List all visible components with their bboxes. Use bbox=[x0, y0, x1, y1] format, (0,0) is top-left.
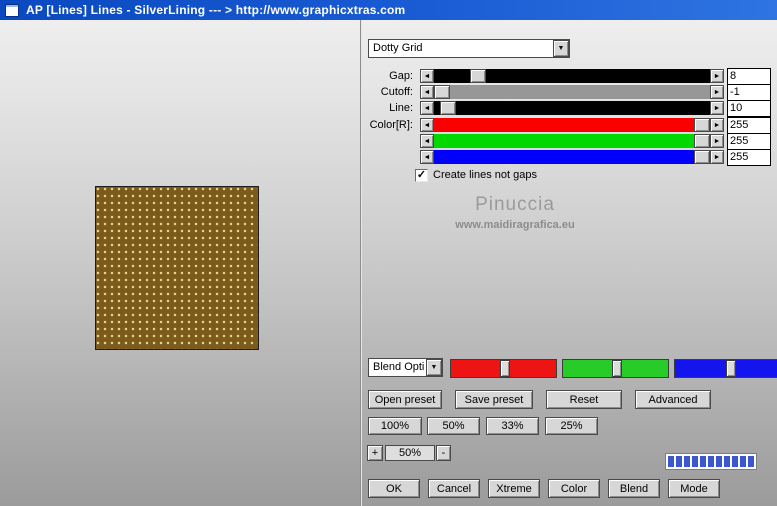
chevron-down-icon[interactable] bbox=[553, 40, 569, 57]
zoom-minus-button[interactable]: - bbox=[436, 445, 451, 461]
arrow-right-icon[interactable] bbox=[710, 118, 724, 132]
titlebar[interactable]: AP [Lines] Lines - SilverLining --- > ht… bbox=[0, 0, 777, 20]
color-b-slider-thumb[interactable] bbox=[694, 150, 710, 164]
arrow-left-icon[interactable] bbox=[420, 134, 434, 148]
arrow-left-icon[interactable] bbox=[420, 85, 434, 99]
line-slider[interactable] bbox=[420, 101, 724, 115]
watermark-name: Pinuccia bbox=[475, 194, 555, 215]
line-value[interactable]: 10 bbox=[727, 100, 771, 117]
color-g-slider-track[interactable] bbox=[434, 134, 710, 148]
color-r-value[interactable]: 255 bbox=[727, 117, 771, 134]
zoom-50-button[interactable]: 50% bbox=[427, 417, 480, 435]
save-preset-button[interactable]: Save preset bbox=[455, 390, 533, 409]
gap-value[interactable]: 8 bbox=[727, 68, 771, 85]
blend-button[interactable]: Blend bbox=[608, 479, 660, 498]
gap-slider-track[interactable] bbox=[434, 69, 710, 83]
arrow-right-icon[interactable] bbox=[710, 134, 724, 148]
cutoff-slider[interactable] bbox=[420, 85, 724, 99]
advanced-button[interactable]: Advanced bbox=[635, 390, 711, 409]
color-r-slider-thumb[interactable] bbox=[694, 118, 710, 132]
blend-blue-thumb[interactable] bbox=[725, 360, 736, 377]
progress-bar bbox=[665, 453, 757, 470]
arrow-right-icon[interactable] bbox=[710, 101, 724, 115]
blend-red-slider[interactable] bbox=[450, 359, 557, 378]
gap-label: Gap: bbox=[389, 70, 413, 82]
color-g-slider-thumb[interactable] bbox=[694, 134, 710, 148]
zoom-25-button[interactable]: 25% bbox=[545, 417, 598, 435]
ok-button[interactable]: OK bbox=[368, 479, 420, 498]
blend-options-value: Blend Opti bbox=[373, 361, 425, 373]
xtreme-button[interactable]: Xtreme bbox=[488, 479, 540, 498]
color-r-label: Color[R]: bbox=[369, 119, 413, 131]
arrow-right-icon[interactable] bbox=[710, 69, 724, 83]
color-g-label bbox=[358, 134, 416, 149]
chevron-down-icon[interactable] bbox=[426, 359, 442, 376]
cutoff-value[interactable]: -1 bbox=[727, 84, 771, 101]
create-lines-checkbox-label: Create lines not gaps bbox=[433, 169, 537, 181]
color-b-value[interactable]: 255 bbox=[727, 149, 771, 166]
pattern-select-value: Dotty Grid bbox=[373, 42, 423, 54]
blend-blue-slider[interactable] bbox=[674, 359, 777, 378]
cutoff-slider-thumb[interactable] bbox=[434, 85, 450, 99]
color-b-slider-track[interactable] bbox=[434, 150, 710, 164]
arrow-right-icon[interactable] bbox=[710, 85, 724, 99]
blend-red-thumb[interactable] bbox=[500, 360, 511, 377]
color-b-label bbox=[358, 150, 416, 165]
line-slider-thumb[interactable] bbox=[439, 101, 456, 115]
color-g-slider[interactable] bbox=[420, 134, 724, 148]
color-r-slider[interactable] bbox=[420, 118, 724, 132]
color-b-slider[interactable] bbox=[420, 150, 724, 164]
zoom-33-button[interactable]: 33% bbox=[486, 417, 539, 435]
pattern-preview[interactable] bbox=[95, 186, 259, 350]
window-title: AP [Lines] Lines - SilverLining --- > ht… bbox=[26, 3, 406, 17]
zoom-plus-button[interactable]: + bbox=[367, 445, 383, 461]
mode-button[interactable]: Mode bbox=[668, 479, 720, 498]
color-g-value[interactable]: 255 bbox=[727, 133, 771, 150]
blend-green-slider[interactable] bbox=[562, 359, 669, 378]
zoom-level-value: 50% bbox=[385, 445, 435, 461]
gap-slider-thumb[interactable] bbox=[469, 69, 486, 83]
arrow-left-icon[interactable] bbox=[420, 101, 434, 115]
line-slider-track[interactable] bbox=[434, 101, 710, 115]
color-r-slider-track[interactable] bbox=[434, 118, 710, 132]
color-button[interactable]: Color bbox=[548, 479, 600, 498]
cutoff-label: Cutoff: bbox=[380, 86, 413, 98]
watermark-site: www.maidiragrafica.eu bbox=[455, 219, 575, 231]
arrow-right-icon[interactable] bbox=[710, 150, 724, 164]
checkbox-box[interactable] bbox=[415, 169, 428, 182]
arrow-left-icon[interactable] bbox=[420, 69, 434, 83]
reset-button[interactable]: Reset bbox=[546, 390, 622, 409]
open-preset-button[interactable]: Open preset bbox=[368, 390, 442, 409]
cutoff-slider-track[interactable] bbox=[434, 85, 710, 99]
arrow-left-icon[interactable] bbox=[420, 118, 434, 132]
plugin-window: AP [Lines] Lines - SilverLining --- > ht… bbox=[0, 0, 777, 506]
gap-slider[interactable] bbox=[420, 69, 724, 83]
pattern-select[interactable]: Dotty Grid bbox=[368, 39, 570, 58]
blend-options-select[interactable]: Blend Opti bbox=[368, 358, 443, 377]
zoom-100-button[interactable]: 100% bbox=[368, 417, 422, 435]
arrow-left-icon[interactable] bbox=[420, 150, 434, 164]
cancel-button[interactable]: Cancel bbox=[428, 479, 480, 498]
window-icon bbox=[5, 3, 19, 17]
line-label: Line: bbox=[389, 102, 413, 114]
blend-green-thumb[interactable] bbox=[612, 360, 623, 377]
